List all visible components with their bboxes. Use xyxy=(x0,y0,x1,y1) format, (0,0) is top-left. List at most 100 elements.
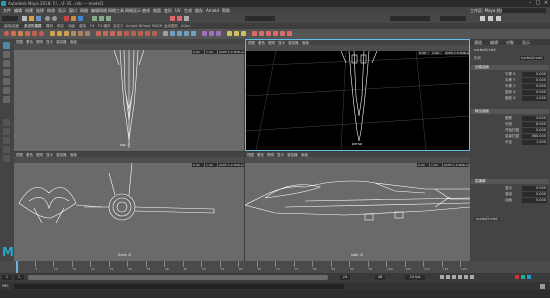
step-forward-icon[interactable] xyxy=(464,275,468,279)
camera-map-icon[interactable] xyxy=(184,31,189,36)
last-tool-icon[interactable] xyxy=(3,96,10,103)
range-bar[interactable] xyxy=(28,275,328,280)
multi-cut-icon[interactable] xyxy=(117,31,122,36)
viewport-top[interactable]: 视图 着色 照明 显示 渲染器 面板 0.00 1.00 ACES 1.0 SD… xyxy=(14,39,244,151)
center-pivot-icon[interactable] xyxy=(234,31,239,36)
play-back-icon[interactable] xyxy=(452,275,456,279)
cb-attr-value[interactable]: 0.000 xyxy=(522,128,547,133)
select-tool-icon[interactable] xyxy=(3,42,10,49)
mode-dropdown[interactable] xyxy=(2,16,18,21)
uv-editor-icon[interactable] xyxy=(170,31,175,36)
poly-plane-icon[interactable] xyxy=(32,31,37,36)
workspace-dropdown[interactable] xyxy=(502,8,546,13)
save-scene-icon[interactable] xyxy=(36,16,41,21)
shelf-icon-misc-3[interactable] xyxy=(266,31,271,36)
toggle-channel-box-icon[interactable] xyxy=(496,16,501,21)
delete-history-icon[interactable] xyxy=(241,31,246,36)
input-line-field[interactable] xyxy=(390,16,430,21)
poly-cone-icon[interactable] xyxy=(25,31,30,36)
append-polygon-icon[interactable] xyxy=(131,31,136,36)
four-view-layout-icon[interactable] xyxy=(3,128,10,135)
cb-attr-value[interactable]: 360.000 xyxy=(522,134,547,139)
toggle-modeling-toolkit-icon[interactable] xyxy=(480,16,485,21)
cb-attr-value[interactable]: 0.000 xyxy=(522,72,547,77)
cb-attr-value[interactable]: 3.000 xyxy=(522,116,547,121)
viewport-side[interactable]: 视图 着色 照明 显示 渲染器 面板 0.00 1.00 ACES 1.0 SD… xyxy=(245,152,470,261)
cmd-input[interactable] xyxy=(14,283,344,289)
cb-attr-value[interactable]: 0.000 xyxy=(522,84,547,89)
sign-in-dropdown[interactable] xyxy=(440,16,466,21)
fill-hole-icon[interactable] xyxy=(138,31,143,36)
snap-point-icon[interactable] xyxy=(106,16,111,21)
shelf-icon-misc-1[interactable] xyxy=(252,31,257,36)
boolean-icon[interactable] xyxy=(78,31,83,36)
close-button[interactable]: × xyxy=(542,0,550,7)
select-by-hierarchy-icon[interactable] xyxy=(64,16,69,21)
script-editor-icon[interactable] xyxy=(540,283,545,289)
cb-attr-value[interactable]: 1.000 xyxy=(522,140,547,145)
shelf-tab-xgen[interactable]: XGen xyxy=(181,24,190,28)
lasso-tool-icon[interactable] xyxy=(3,51,10,58)
paint-select-tool-icon[interactable] xyxy=(3,60,10,67)
maximize-button[interactable]: □ xyxy=(534,0,542,7)
single-perspective-layout-icon[interactable] xyxy=(3,119,10,126)
cb-tab-object[interactable]: 对象 xyxy=(506,40,514,46)
cb-attr-value[interactable]: 0.000 xyxy=(522,198,547,203)
viewport-front[interactable]: 视图 着色 照明 显示 渲染器 面板 0.00 1.00 ACES 1.0 SD… xyxy=(14,152,244,261)
poly-torus-icon[interactable] xyxy=(39,31,44,36)
render-icon[interactable] xyxy=(170,16,175,21)
fps-dropdown[interactable]: 24 fps xyxy=(405,275,425,280)
soft-select-icon[interactable] xyxy=(202,31,207,36)
menu-uv[interactable]: UV xyxy=(175,8,181,13)
cb-object-field[interactable]: nurbsCircle1 xyxy=(520,56,544,60)
symmetry-dropdown[interactable] xyxy=(245,16,275,21)
cb-attr-value[interactable]: 8.000 xyxy=(522,122,547,127)
toggle-attribute-editor-icon[interactable] xyxy=(488,16,493,21)
bridge-icon[interactable] xyxy=(103,31,108,36)
anim-prefs-icon[interactable] xyxy=(515,275,519,279)
ipr-render-icon[interactable] xyxy=(177,16,182,21)
cb-attr-value[interactable]: 0.000 xyxy=(522,90,547,95)
range-inner-start-field[interactable]: 1 xyxy=(14,275,24,280)
reduce-icon[interactable] xyxy=(163,31,168,36)
combine-icon[interactable] xyxy=(50,31,55,36)
cb-section-header[interactable]: 输出曲面 xyxy=(471,109,549,114)
play-forward-icon[interactable] xyxy=(458,275,462,279)
select-by-object-icon[interactable] xyxy=(71,16,76,21)
open-scene-icon[interactable] xyxy=(29,16,34,21)
cb-tab-edit[interactable]: 编辑 xyxy=(490,40,498,46)
cb-section-header[interactable]: 层编辑 xyxy=(471,179,549,184)
shelf-icon-misc-2[interactable] xyxy=(259,31,264,36)
select-by-component-icon[interactable] xyxy=(78,16,83,21)
insert-edge-loop-icon[interactable] xyxy=(145,31,150,36)
smooth-icon[interactable] xyxy=(71,31,76,36)
new-scene-icon[interactable] xyxy=(22,16,27,21)
shelf-tab-mash[interactable]: MASH xyxy=(152,24,162,28)
layer-name[interactable]: nurbsCircle1 xyxy=(474,217,500,221)
range-inner-end-field[interactable]: 24 xyxy=(340,275,350,280)
extract-icon[interactable] xyxy=(64,31,69,36)
cb-section-header[interactable]: 创建曲面 xyxy=(471,65,549,70)
cb-tab-channels[interactable]: 通道 xyxy=(474,40,482,46)
move-tool-icon[interactable] xyxy=(3,69,10,76)
cmd-language-label[interactable]: MEL xyxy=(2,284,9,288)
cb-attr-value[interactable]: 1.000 xyxy=(522,96,547,101)
go-to-start-icon[interactable] xyxy=(440,275,444,279)
target-weld-icon[interactable] xyxy=(124,31,129,36)
redo-icon[interactable] xyxy=(52,16,57,21)
persp-graph-layout-icon[interactable] xyxy=(3,146,10,153)
shelf-icon-misc-5[interactable] xyxy=(280,31,285,36)
go-to-end-icon[interactable] xyxy=(470,275,474,279)
extrude-icon[interactable] xyxy=(96,31,101,36)
poly-sphere-icon[interactable] xyxy=(4,31,9,36)
shelf-icon-misc-6[interactable] xyxy=(287,31,292,36)
quad-draw-icon[interactable] xyxy=(152,31,157,36)
rotate-tool-icon[interactable] xyxy=(3,78,10,85)
minimize-button[interactable]: – xyxy=(526,0,534,7)
time-slider[interactable]: 1510152025303540455055606570758085909510… xyxy=(0,261,550,273)
auto-map-icon[interactable] xyxy=(191,31,196,36)
cb-attr-value[interactable]: 0.000 xyxy=(522,186,547,191)
undo-icon[interactable] xyxy=(45,16,50,21)
render-settings-icon[interactable] xyxy=(184,16,189,21)
cb-attr-value[interactable]: 0.000 xyxy=(522,192,547,197)
